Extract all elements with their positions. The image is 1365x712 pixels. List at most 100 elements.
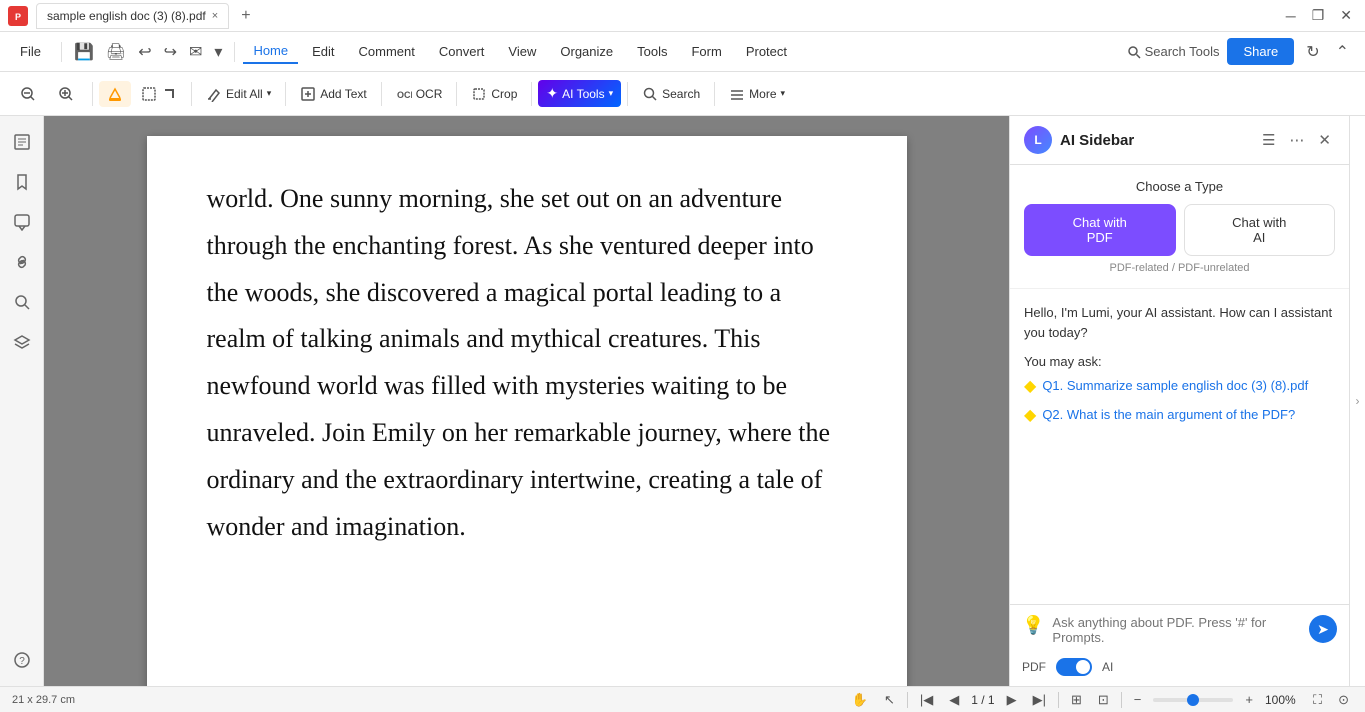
ai-input-wrapper (1052, 615, 1301, 650)
ocr-button[interactable]: OCR OCR (388, 81, 451, 107)
undo-icon[interactable]: ↩ (134, 38, 155, 66)
search-label: Search (662, 87, 700, 101)
share-button[interactable]: Share (1227, 38, 1294, 65)
ai-sidebar-title: AI Sidebar (1060, 132, 1250, 149)
status-sep-3 (1121, 692, 1122, 708)
ai-tools-button[interactable]: ✦ AI Tools ▾ (538, 80, 621, 107)
menu-bar: File 💾 🖨 ↩ ↪ ✉ ▾ Home Edit Comment Conve… (0, 32, 1365, 72)
redo-icon[interactable]: ↪ (160, 38, 181, 66)
svg-text:P: P (15, 12, 21, 22)
ai-more-button[interactable]: ⋯ (1285, 129, 1308, 151)
crop-button[interactable]: Crop (463, 81, 525, 107)
zoom-in-status-button[interactable]: + (1241, 690, 1257, 709)
zoom-out-button[interactable] (12, 81, 48, 107)
edit-all-label: Edit All (226, 87, 263, 101)
svg-text:?: ? (19, 656, 25, 667)
ai-suggestion-dot-2: ◆ (1024, 405, 1036, 427)
zoom-slider[interactable] (1153, 698, 1233, 702)
first-page-button[interactable]: |◀ (916, 690, 937, 710)
menu-form[interactable]: Form (681, 40, 731, 63)
sidebar-thumbnail-icon[interactable] (4, 124, 40, 160)
page-view-button[interactable]: ⊞ (1067, 690, 1086, 710)
sidebar-help-icon[interactable]: ? (4, 642, 40, 678)
pdf-viewer[interactable]: world. One sunny morning, she set out on… (44, 116, 1009, 686)
save-icon[interactable]: 💾 (70, 38, 98, 66)
sidebar-search-icon[interactable] (4, 284, 40, 320)
menu-file[interactable]: File (12, 40, 49, 63)
dropdown-icon[interactable]: ▾ (210, 38, 226, 66)
menu-bar-right: Search Tools Share ↻ ⌃ (1127, 38, 1353, 66)
toolbar-sep-2 (191, 82, 192, 106)
app-icon: P (8, 6, 28, 26)
ai-sidebar: L AI Sidebar ☰ ⋯ ✕ Choose a Type Chat wi… (1009, 116, 1349, 686)
search-tools-menu[interactable]: Search Tools (1127, 44, 1220, 59)
ai-greeting-text: Hello, I'm Lumi, your AI assistant. How … (1024, 303, 1335, 342)
menu-tools[interactable]: Tools (627, 40, 677, 63)
menu-protect[interactable]: Protect (736, 40, 797, 63)
search-button[interactable]: Search (634, 81, 708, 107)
minimize-button[interactable]: ─ (1281, 6, 1301, 26)
more-label: More (749, 87, 776, 101)
restore-button[interactable]: ❐ (1307, 5, 1330, 26)
next-page-button[interactable]: ▶ (1003, 690, 1021, 710)
more-button[interactable]: More ▾ (721, 81, 793, 107)
cursor-tool-button[interactable]: ↖ (880, 690, 899, 710)
ai-chat-with-ai-button[interactable]: Chat withAI (1184, 204, 1336, 256)
close-button[interactable]: ✕ (1335, 5, 1357, 26)
sidebar-bookmark-icon[interactable] (4, 164, 40, 200)
selection-button[interactable] (133, 81, 185, 107)
status-bar: 21 x 29.7 cm ✋ ↖ |◀ ◀ 1 / 1 ▶ ▶| ⊞ ⊡ − +… (0, 686, 1365, 712)
ai-sidebar-header: L AI Sidebar ☰ ⋯ ✕ (1010, 116, 1349, 165)
ai-chat-with-pdf-button[interactable]: Chat withPDF (1024, 204, 1176, 256)
ai-chat-input[interactable] (1052, 615, 1301, 645)
ai-suggestion-1[interactable]: ◆ Q1. Summarize sample english doc (3) (… (1024, 373, 1335, 402)
more-dropdown[interactable]: ▾ (781, 88, 786, 99)
menu-view[interactable]: View (498, 40, 546, 63)
email-icon[interactable]: ✉ (185, 38, 206, 66)
menu-home[interactable]: Home (243, 39, 298, 64)
ai-send-button[interactable]: ➤ (1309, 615, 1337, 643)
ai-suggestion-text-1: Q1. Summarize sample english doc (3) (8)… (1042, 377, 1308, 395)
ai-suggestion-dot-1: ◆ (1024, 376, 1036, 398)
sidebar-layers-icon[interactable] (4, 324, 40, 360)
print-icon[interactable]: 🖨 (102, 38, 130, 66)
toolbar-sep-8 (714, 82, 715, 106)
edit-all-dropdown[interactable]: ▾ (267, 88, 272, 99)
document-tab[interactable]: sample english doc (3) (8).pdf × (36, 3, 229, 29)
title-bar: P sample english doc (3) (8).pdf × + ─ ❐… (0, 0, 1365, 32)
pdf-page: world. One sunny morning, she set out on… (147, 136, 907, 686)
edit-all-button[interactable]: Edit All ▾ (198, 81, 279, 107)
ai-suggestion-2[interactable]: ◆ Q2. What is the main argument of the P… (1024, 402, 1335, 431)
tab-close-icon[interactable]: × (212, 10, 218, 22)
ai-lightbulb-icon: 💡 (1022, 615, 1044, 636)
menu-convert[interactable]: Convert (429, 40, 495, 63)
ai-bookmark-button[interactable]: ☰ (1258, 129, 1279, 151)
crop-label: Crop (491, 87, 517, 101)
main-area: ? world. One sunny morning, she set out … (0, 116, 1365, 686)
pdf-toggle[interactable] (1056, 658, 1092, 676)
last-page-button[interactable]: ▶| (1029, 690, 1050, 710)
highlight-button[interactable] (99, 81, 131, 107)
settings-button[interactable]: ⊙ (1334, 690, 1353, 710)
window-controls: ─ ❐ ✕ (1281, 5, 1357, 26)
add-text-button[interactable]: Add Text (292, 81, 374, 107)
nav-collapse-button[interactable]: › (1356, 394, 1360, 408)
fit-page-button[interactable]: ⊡ (1094, 690, 1113, 710)
menu-edit[interactable]: Edit (302, 40, 344, 63)
toolbar: Edit All ▾ Add Text OCR OCR Crop ✦ AI To… (0, 72, 1365, 116)
sidebar-comment-icon[interactable] (4, 204, 40, 240)
menu-comment[interactable]: Comment (349, 40, 425, 63)
ai-sidebar-body: Choose a Type Chat withPDF Chat withAI P… (1010, 165, 1349, 604)
zoom-in-button[interactable] (50, 81, 86, 107)
svg-text:OCR: OCR (397, 90, 412, 100)
prev-page-button[interactable]: ◀ (945, 690, 963, 710)
zoom-out-status-button[interactable]: − (1130, 690, 1146, 709)
hand-tool-button[interactable]: ✋ (848, 690, 872, 710)
sidebar-link-icon[interactable] (4, 244, 40, 280)
fullscreen-button[interactable]: ⛶ (1309, 690, 1326, 710)
ai-close-button[interactable]: ✕ (1314, 129, 1335, 151)
new-tab-button[interactable]: + (237, 7, 254, 25)
collapse-icon[interactable]: ⌃ (1332, 38, 1353, 66)
refresh-icon[interactable]: ↻ (1302, 38, 1323, 66)
menu-organize[interactable]: Organize (550, 40, 623, 63)
